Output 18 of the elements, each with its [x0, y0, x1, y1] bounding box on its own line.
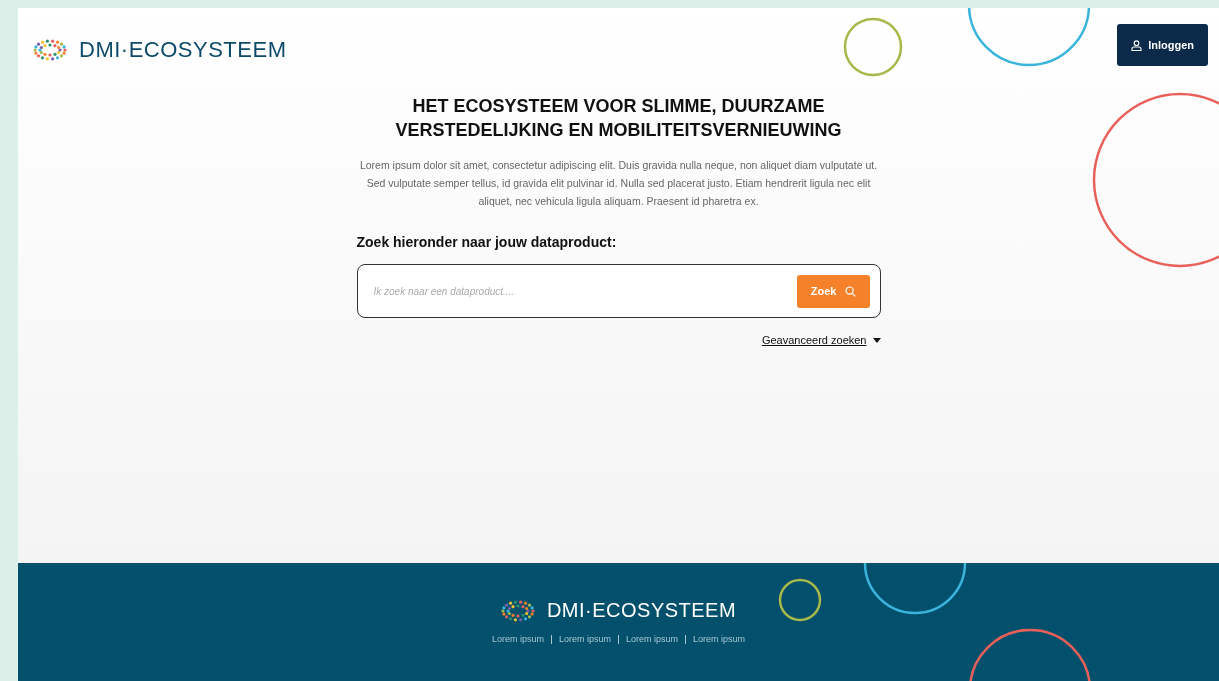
search-icon [844, 285, 856, 297]
logo-icon [500, 599, 535, 622]
decorative-ring [843, 17, 903, 77]
intro-paragraph: Lorem ipsum dolor sit amet, consectetur adipiscing elit. Duis gravida nulla neque, non aliquet diam vulputate ut. Sed vulputate semper tellus, id gravida elit pulvinar id. Nulla sed placerat justo. Etiam hendrerit ligula nec elit aliquet, nec vehicula ligula aliquam. Praesent id pharetra ex. [358, 158, 879, 209]
search-label: Zoek hieronder naar jouw dataproduct: [356, 234, 618, 250]
footer-link[interactable]: Lorem ipsum [619, 634, 686, 644]
advanced-search-link[interactable]: Geavanceerd zoeken [761, 334, 881, 346]
logo-text: DMI·ECOSYSTEEM [79, 37, 287, 63]
logo-icon [33, 39, 67, 61]
hero-title: HET ECOSYSTEEM VOOR SLIMME, DUURZAME VERSTEDELIJKING EN MOBILITEITSVERNIEUWING [395, 95, 842, 142]
user-icon [1131, 39, 1143, 51]
login-button[interactable]: Inloggen [1117, 24, 1208, 66]
footer-logo-text: DMI·ECOSYSTEEM [546, 599, 737, 622]
decorative-ring [778, 578, 822, 622]
caret-icon [872, 337, 881, 343]
footer-link[interactable]: Lorem ipsum [686, 634, 753, 644]
footer-link[interactable]: Lorem ipsum [551, 634, 618, 644]
footer-link[interactable]: Lorem ipsum [484, 634, 551, 644]
